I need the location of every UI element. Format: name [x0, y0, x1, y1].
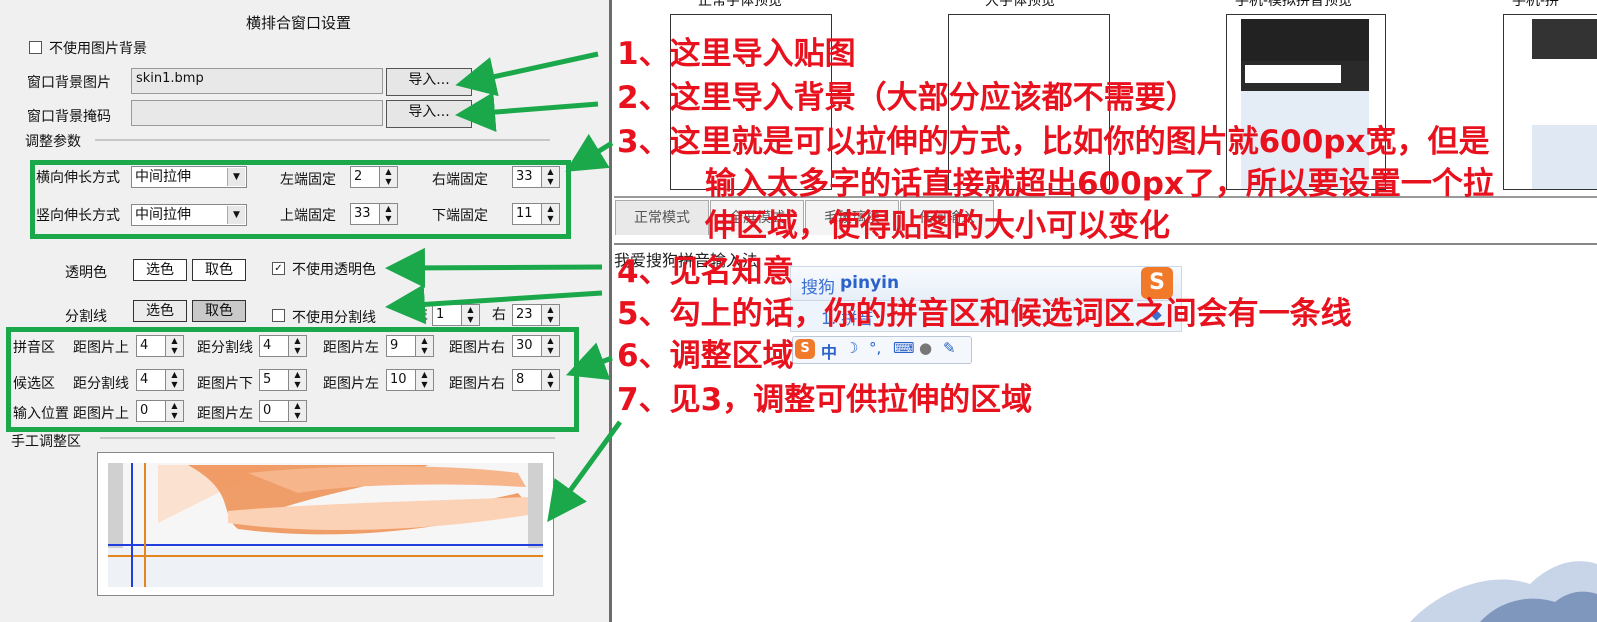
- annotation-2: 2、这里导入背景（大部分应该都不需要）: [617, 80, 1197, 116]
- annotation-3-line2: 输入太多字的话直接就超出600px了，所以要设置一个拉: [705, 166, 1494, 202]
- annotation-6: 6、调整区域: [617, 338, 794, 374]
- annotation-5: 5、勾上的话，你的拼音区和候选词区之间会有一条线: [617, 296, 1352, 332]
- annotation-3: 3、这里就是可以拉伸的方式，比如你的图片就600px宽，但是: [617, 124, 1490, 160]
- annotation-7: 7、见3，调整可供拉伸的区域: [617, 382, 1033, 418]
- annotation-3-line3: 伸区域，使得贴图的大小可以变化: [705, 208, 1170, 244]
- annotation-1: 1、这里导入贴图: [617, 36, 856, 72]
- annotation-4: 4、见名知意: [617, 254, 794, 290]
